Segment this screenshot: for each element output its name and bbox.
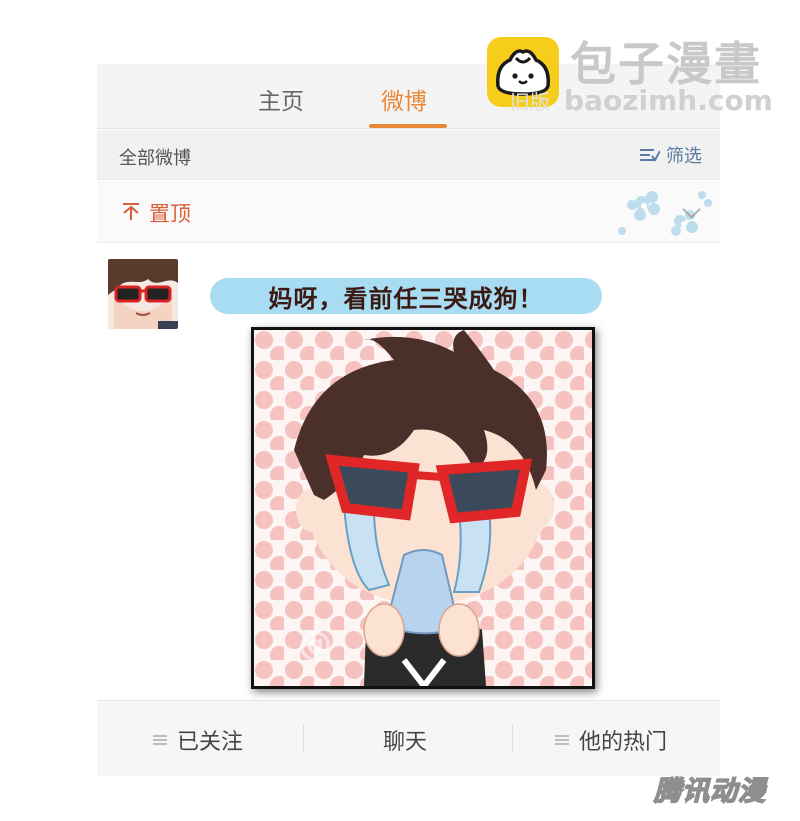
- post-caption: 妈呀，看前任三哭成狗！: [210, 278, 602, 314]
- logo-url: baozimh.com: [564, 84, 773, 117]
- menu-lines-icon: [555, 734, 569, 746]
- avatar[interactable]: [108, 259, 178, 329]
- filter-button[interactable]: 筛选: [640, 142, 702, 168]
- divider: [303, 725, 304, 753]
- bottom-action-bar: 已关注 聊天 他的热门: [97, 700, 720, 776]
- followed-label: 已关注: [177, 730, 244, 755]
- tab-home[interactable]: 主页: [258, 82, 304, 116]
- pinned-label: 置顶: [149, 202, 191, 226]
- chat-button[interactable]: 聊天: [383, 724, 427, 756]
- post-image[interactable]: @: [251, 327, 595, 689]
- all-weibo-label: 全部微博: [119, 148, 191, 169]
- divider: [512, 725, 513, 753]
- weibo-profile-screen: 主页 微博 全部微博 筛选 置顶 妈呀，看前任三哭成狗！ @ 已关注 聊天 他的…: [97, 64, 720, 776]
- his-hot-label: 他的热门: [579, 730, 668, 755]
- menu-lines-icon: [153, 734, 167, 746]
- footer-watermark: 腾讯动漫: [653, 775, 766, 808]
- chat-label: 聊天: [383, 730, 428, 755]
- image-watermark: @: [298, 624, 332, 664]
- filter-icon: [640, 147, 660, 163]
- flower-decoration: [618, 191, 712, 236]
- filter-button-label: 筛选: [666, 146, 702, 167]
- pin-icon: [121, 201, 141, 226]
- pinned-label-group: 置顶: [121, 198, 191, 228]
- filter-bar: 全部微博 筛选: [97, 130, 720, 180]
- followed-button[interactable]: 已关注: [153, 724, 243, 756]
- tab-weibo[interactable]: 微博: [381, 82, 427, 116]
- his-hot-button[interactable]: 他的热门: [555, 724, 667, 756]
- pinned-row[interactable]: 置顶: [97, 181, 720, 243]
- active-tab-indicator: [369, 124, 447, 128]
- logo-ghost-text: 旧版: [510, 90, 550, 114]
